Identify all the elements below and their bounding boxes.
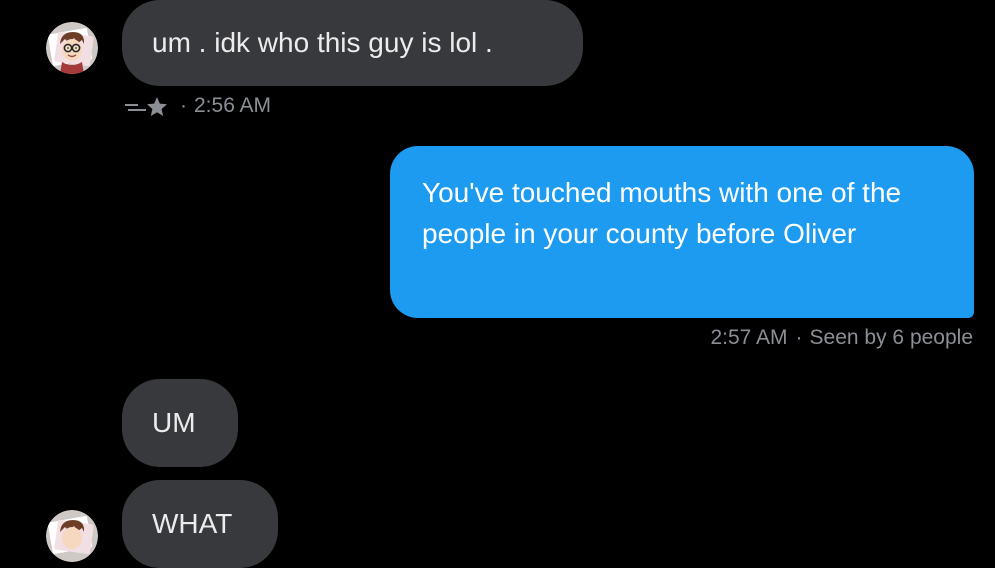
message-timestamp: 2:57 AM [710,326,788,349]
message-text: WHAT [152,508,233,539]
message-bubble-incoming[interactable]: WHAT [122,480,278,568]
reaction-star-icon [125,97,167,116]
avatar-image-icon [46,22,98,74]
message-bubble-incoming[interactable]: um . idk who this guy is lol . [122,0,583,86]
conversation-view: um . idk who this guy is lol . · 2:56 AM… [0,0,995,568]
message-meta: 2:57 AM · Seen by 6 people [710,326,973,350]
seen-status[interactable]: Seen by 6 people [810,326,973,350]
sender-avatar[interactable] [46,510,98,562]
message-text: um . idk who this guy is lol . [152,27,493,58]
message-meta: · 2:56 AM [124,94,271,118]
message-bubble-outgoing[interactable]: You've touched mouths with one of the pe… [390,146,974,318]
message-bubble-incoming[interactable]: UM [122,379,238,467]
meta-separator: · [795,326,803,349]
message-text: You've touched mouths with one of the pe… [422,177,902,249]
message-timestamp: 2:56 AM [194,94,272,117]
message-text: UM [152,407,196,438]
meta-separator: · [180,94,187,117]
sender-avatar[interactable] [46,22,98,74]
avatar-image-icon [46,510,98,562]
